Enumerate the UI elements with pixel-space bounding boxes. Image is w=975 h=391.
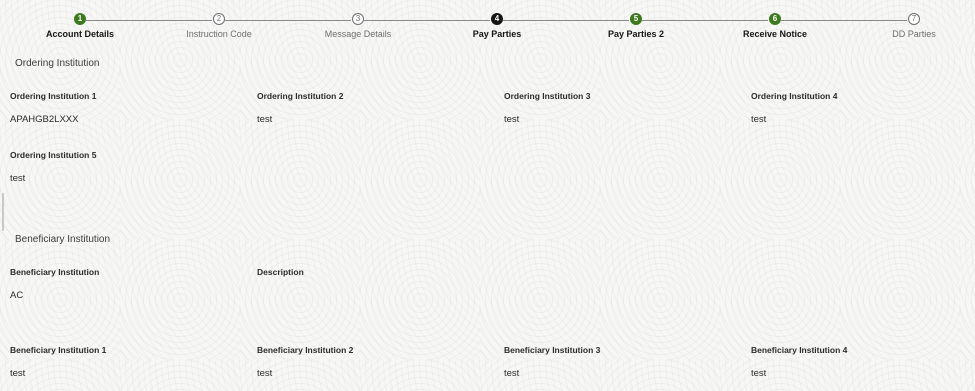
step-label: Account Details — [45, 29, 114, 39]
train-stepper: 1 Account Details 2 Instruction Code 3 M… — [0, 0, 975, 48]
beneficiary-institution-heading: Beneficiary Institution — [15, 234, 111, 245]
field-value: test — [504, 114, 520, 125]
beneficiary-institution-1-field: Beneficiary Institution 1 test — [10, 345, 240, 379]
step-account-details[interactable]: 1 Account Details — [20, 13, 140, 39]
panel-resize-handle[interactable] — [2, 193, 4, 231]
step-pending-icon: 2 — [213, 13, 225, 25]
field-label: Beneficiary Institution 4 — [751, 345, 848, 355]
step-message-details[interactable]: 3 Message Details — [298, 13, 418, 39]
ordering-institution-4-field: Ordering Institution 4 test — [751, 91, 975, 125]
field-label: Ordering Institution 1 — [10, 91, 97, 101]
step-label: Pay Parties — [472, 29, 522, 39]
field-value: test — [751, 114, 767, 125]
beneficiary-institution-4-field: Beneficiary Institution 4 test — [751, 345, 975, 379]
step-dd-parties[interactable]: 7 DD Parties — [854, 13, 974, 39]
field-value: AC — [10, 290, 24, 301]
field-value: test — [10, 173, 26, 184]
beneficiary-institution-3-field: Beneficiary Institution 3 test — [504, 345, 734, 379]
field-value: test — [10, 368, 26, 379]
field-label: Ordering Institution 2 — [257, 91, 344, 101]
step-pay-parties-2[interactable]: 5 Pay Parties 2 — [576, 13, 696, 39]
step-complete-icon: 5 — [630, 13, 642, 25]
field-label: Ordering Institution 4 — [751, 91, 838, 101]
ordering-institution-2-field: Ordering Institution 2 test — [257, 91, 487, 125]
field-value: test — [751, 368, 767, 379]
field-label: Ordering Institution 5 — [10, 150, 97, 160]
ordering-institution-5-field: Ordering Institution 5 test — [10, 150, 240, 184]
field-label: Description — [257, 267, 304, 277]
beneficiary-institution-2-field: Beneficiary Institution 2 test — [257, 345, 487, 379]
field-value: APAHGB2LXXX — [10, 114, 79, 125]
step-label: Message Details — [324, 29, 392, 39]
ordering-institution-1-field: Ordering Institution 1 APAHGB2LXXX — [10, 91, 240, 125]
step-label: Receive Notice — [742, 29, 808, 39]
step-complete-icon: 6 — [769, 13, 781, 25]
description-field: Description — [257, 267, 487, 290]
step-pending-icon: 3 — [352, 13, 364, 25]
beneficiary-institution-field: Beneficiary Institution AC — [10, 267, 240, 301]
step-label: Instruction Code — [186, 29, 252, 39]
step-pending-icon: 7 — [908, 13, 920, 25]
step-instruction-code[interactable]: 2 Instruction Code — [159, 13, 279, 39]
ordering-institution-3-field: Ordering Institution 3 test — [504, 91, 734, 125]
field-label: Beneficiary Institution — [10, 267, 100, 277]
field-value: test — [504, 368, 520, 379]
field-label: Beneficiary Institution 1 — [10, 345, 107, 355]
step-current-icon: 4 — [491, 13, 503, 25]
step-receive-notice[interactable]: 6 Receive Notice — [715, 13, 835, 39]
step-pay-parties[interactable]: 4 Pay Parties — [437, 13, 557, 39]
field-label: Ordering Institution 3 — [504, 91, 591, 101]
step-label: Pay Parties 2 — [607, 29, 665, 39]
step-complete-icon: 1 — [74, 13, 86, 25]
field-value: test — [257, 114, 273, 125]
field-value: test — [257, 368, 273, 379]
field-label: Beneficiary Institution 3 — [504, 345, 601, 355]
ordering-institution-heading: Ordering Institution — [15, 58, 100, 69]
step-label: DD Parties — [892, 29, 936, 39]
field-label: Beneficiary Institution 2 — [257, 345, 354, 355]
